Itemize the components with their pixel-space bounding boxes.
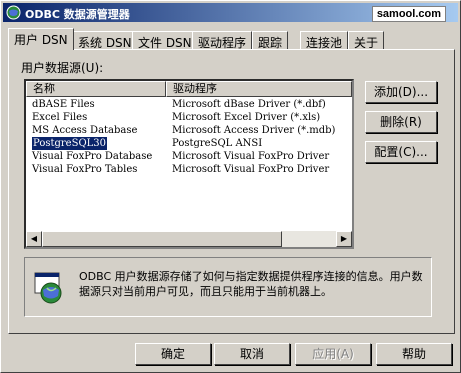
column-header-driver[interactable]: 驱动程序 <box>166 81 352 97</box>
list-item[interactable]: Visual FoxPro Database Microsoft Visual … <box>26 150 352 163</box>
remove-button[interactable]: 删除(R) <box>365 111 437 133</box>
tab-about[interactable]: 关于 <box>348 31 385 50</box>
list-item[interactable]: Visual FoxPro Tables Microsoft Visual Fo… <box>26 163 352 176</box>
window-title: ODBC 数据源管理器 <box>25 8 130 21</box>
odbc-app-icon <box>6 5 21 20</box>
tab-user-dsn[interactable]: 用户 DSN <box>8 28 74 50</box>
scroll-right-icon[interactable]: ▶ <box>336 231 352 247</box>
ok-button[interactable]: 确定 <box>135 343 211 365</box>
dsn-driver: Microsoft Visual FoxPro Driver <box>172 151 330 162</box>
list-item[interactable]: MS Access Database Microsoft Access Driv… <box>26 124 352 137</box>
list-item-selected[interactable]: PostgreSQL30 PostgreSQL ANSI <box>26 136 352 151</box>
tab-tracing[interactable]: 跟踪 <box>252 31 289 50</box>
dsn-name: Excel Files <box>32 112 88 123</box>
dsn-name: Visual FoxPro Tables <box>32 164 138 175</box>
user-dsn-list-label: 用户数据源(U): <box>21 61 104 75</box>
list-header: 名称 驱动程序 <box>26 81 352 97</box>
dsn-driver: Microsoft dBase Driver (*.dbf) <box>172 99 326 110</box>
dsn-driver: PostgreSQL ANSI <box>172 138 263 149</box>
user-dsn-list[interactable]: 名称 驱动程序 dBASE Files Microsoft dBase Driv… <box>24 79 354 249</box>
scrollbar-thumb[interactable] <box>42 231 282 247</box>
dsn-name: dBASE Files <box>32 99 95 110</box>
odbc-dialog-window: ODBC 数据源管理器 samool.com 用户 DSN 系统 DSN 文件 … <box>0 0 461 373</box>
tab-system-dsn[interactable]: 系统 DSN <box>72 31 138 50</box>
scroll-left-icon[interactable]: ◀ <box>26 231 42 247</box>
tab-file-dsn[interactable]: 文件 DSN <box>132 31 198 50</box>
tab-connection-pooling[interactable]: 连接池 <box>300 31 349 50</box>
column-header-name[interactable]: 名称 <box>26 81 166 97</box>
list-item[interactable]: Excel Files Microsoft Excel Driver (*.xl… <box>26 111 352 124</box>
dsn-name: PostgreSQL30 <box>30 136 109 151</box>
dsn-name: Visual FoxPro Database <box>32 151 153 162</box>
watermark-badge: samool.com <box>371 6 446 22</box>
dsn-driver: Microsoft Visual FoxPro Driver <box>172 164 330 175</box>
help-button[interactable]: 帮助 <box>376 343 452 365</box>
info-description: ODBC 用户数据源存储了如何与指定数据提供程序连接的信息。用户数据源只对当前用… <box>79 270 423 298</box>
dsn-name: MS Access Database <box>32 125 138 136</box>
odbc-globe-icon <box>34 272 62 304</box>
configure-button[interactable]: 配置(C)... <box>365 141 437 163</box>
list-item[interactable]: dBASE Files Microsoft dBase Driver (*.db… <box>26 98 352 111</box>
add-button[interactable]: 添加(D)... <box>365 81 437 103</box>
apply-button[interactable]: 应用(A) <box>295 343 371 365</box>
dsn-driver: Microsoft Excel Driver (*.xls) <box>172 112 321 123</box>
tab-drivers[interactable]: 驱动程序 <box>192 31 253 50</box>
dsn-driver: Microsoft Access Driver (*.mdb) <box>172 125 336 136</box>
cancel-button[interactable]: 取消 <box>214 343 290 365</box>
horizontal-scrollbar[interactable]: ◀ ▶ <box>26 231 352 247</box>
